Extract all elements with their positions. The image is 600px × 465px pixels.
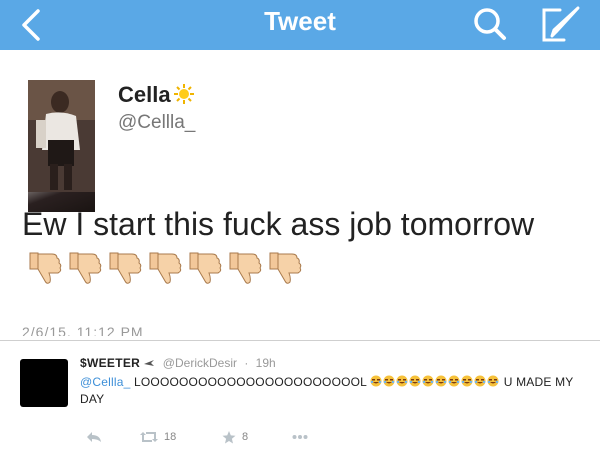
reply-header: $WEETER @DerickDesir · 19h (80, 356, 276, 370)
compose-icon[interactable] (540, 4, 584, 44)
retweet-icon (140, 432, 158, 442)
user-name[interactable]: Cella (118, 82, 195, 108)
thumbs-down-icon (29, 252, 62, 284)
favorite-button[interactable]: 8 (222, 427, 248, 447)
laughing-face-icon (461, 375, 473, 387)
sun-emoji-icon (173, 84, 194, 104)
laughing-face-icon (487, 375, 499, 387)
search-icon[interactable] (471, 6, 511, 42)
thumbs-down-icon (189, 252, 222, 284)
favorite-count: 8 (242, 431, 249, 443)
laughing-face-icon (370, 375, 382, 387)
retweet-button[interactable]: 18 (140, 427, 176, 447)
laughing-face-icon (435, 375, 447, 387)
user-handle[interactable]: @Cellla_ (118, 112, 195, 134)
reply-time: 19h (255, 356, 276, 370)
reply-icon (87, 432, 101, 442)
thumbs-down-emoji-row (22, 249, 302, 298)
laughing-face-icon (409, 375, 421, 387)
retweet-count: 18 (164, 431, 177, 443)
thumbs-down-icon (229, 252, 262, 284)
reply-tweet[interactable]: $WEETER @DerickDesir · 19h @Cellla_ LOOO… (0, 341, 600, 465)
laughing-face-icon (474, 375, 486, 387)
nav-bar: Tweet (0, 0, 600, 50)
reply-mention[interactable]: @Cellla_ (80, 375, 130, 389)
main-tweet: Cella @Cellla_ Ew I start this fuck ass … (0, 50, 600, 340)
laughing-face-icon (383, 375, 395, 387)
airplane-emoji-icon (144, 360, 155, 366)
reply-text: @Cellla_ LOOOOOOOOOOOOOOOOOOOOOOOL U MAD… (80, 374, 585, 408)
thumbs-down-icon (269, 252, 302, 284)
reply-dot: · (244, 356, 249, 370)
tweet-text: Ew I start this fuck ass job tomorrow (22, 200, 582, 298)
thumbs-down-icon (69, 252, 102, 284)
more-icon (292, 435, 308, 439)
star-icon (222, 430, 236, 443)
reply-button[interactable] (86, 427, 102, 447)
reply-user-handle[interactable]: @DerickDesir (163, 356, 237, 370)
thumbs-down-icon (149, 252, 182, 284)
reply-avatar[interactable] (20, 359, 68, 407)
laughing-face-icon (396, 375, 408, 387)
reply-text-main: LOOOOOOOOOOOOOOOOOOOOOOOL (134, 375, 367, 389)
tweet-timestamp: 2/6/15, 11:12 PM (22, 324, 144, 336)
user-name-text: Cella (118, 82, 171, 107)
more-button[interactable] (292, 427, 308, 447)
tweet-text-content: Ew I start this fuck ass job tomorrow (22, 206, 535, 242)
laughing-emoji-row (370, 375, 500, 389)
avatar[interactable] (28, 80, 95, 212)
laughing-face-icon (448, 375, 460, 387)
reply-user-name[interactable]: $WEETER (80, 356, 140, 370)
thumbs-down-icon (109, 252, 142, 284)
laughing-face-icon (422, 375, 434, 387)
